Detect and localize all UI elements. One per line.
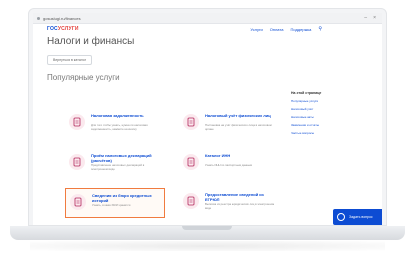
page-title: Налоги и финансы — [47, 36, 135, 47]
sidebar-title: На этой странице — [291, 91, 322, 95]
service-card-credit-history[interactable]: Сведения из бюро кредитных историй Узнат… — [65, 188, 165, 218]
card-description: Постановка на учёт физического лица в на… — [205, 123, 272, 131]
lock-icon — [37, 16, 40, 20]
service-card-inn[interactable]: Каталог ИНН Узнать ИНН по паспортным дан… — [179, 149, 279, 179]
main-nav: Услуги Оплата Поддержка ⚲ — [250, 26, 322, 32]
close-button[interactable]: × — [373, 15, 376, 21]
document-icon — [183, 193, 199, 209]
service-card-egrul[interactable]: Предоставление сведений из ЕГРЮЛ Выписка… — [179, 188, 279, 218]
document-icon — [183, 114, 199, 130]
card-description: Для того чтобы узнать, нужна ли налогова… — [91, 123, 148, 131]
search-icon[interactable]: ⚲ — [318, 26, 322, 32]
window-controls: – × — [364, 15, 376, 21]
card-title: Налоговая задолженность — [91, 113, 144, 118]
ask-question-button[interactable]: Задать вопрос — [333, 209, 382, 225]
back-to-catalog-button[interactable]: Вернуться в каталог — [47, 55, 93, 65]
laptop-screen: gosuslugi.ru/finances – × ГОСУСЛУГИ Услу… — [28, 8, 387, 226]
sidebar-link[interactable]: Налоговые акты — [291, 115, 361, 119]
card-title: Каталог ИНН — [205, 153, 231, 158]
help-label: Задать вопрос — [349, 215, 373, 219]
document-icon — [70, 194, 86, 210]
card-description: Узнать ИНН по паспортным данным — [205, 163, 252, 167]
minimize-button[interactable]: – — [364, 15, 367, 21]
nav-payment[interactable]: Оплата — [270, 27, 284, 32]
document-icon — [69, 154, 85, 170]
service-card-tax-registration[interactable]: Налоговый учёт физических лиц Постановка… — [179, 109, 279, 139]
card-description: Представление налоговых деклараций в эле… — [91, 163, 145, 171]
laptop-shadow — [30, 241, 385, 251]
sidebar-link[interactable]: Частые вопросы — [291, 131, 361, 135]
nav-services[interactable]: Услуги — [250, 27, 262, 32]
card-description: Выписка из реестра юридических лиц в эле… — [205, 202, 275, 210]
section-title: Популярные услуги — [47, 73, 120, 82]
sidebar-link[interactable]: Заявления и отчёты — [291, 123, 361, 127]
service-card-tax-debt[interactable]: Налоговая задолженность Для того чтобы у… — [65, 109, 165, 139]
site-header: ГОСУСЛУГИ Услуги Оплата Поддержка ⚲ — [33, 23, 382, 35]
logo-main: ГОС — [47, 26, 58, 32]
page-contents-sidebar: На этой странице Популярные услуги Налог… — [291, 91, 361, 139]
site-logo[interactable]: ГОСУСЛУГИ — [47, 26, 79, 32]
document-icon — [69, 114, 85, 130]
card-title: Предоставление сведений из ЕГРЮЛ — [205, 192, 264, 202]
sidebar-link[interactable]: Налоговый учёт — [291, 107, 361, 111]
card-title: Приём налоговых деклараций (расчётов) — [91, 153, 152, 163]
laptop-notch — [182, 226, 232, 230]
nav-support[interactable]: Поддержка — [290, 27, 311, 32]
browser-window: gosuslugi.ru/finances – × ГОСУСЛУГИ Услу… — [33, 13, 382, 225]
address-bar[interactable]: gosuslugi.ru/finances — [43, 16, 81, 21]
document-icon — [183, 154, 199, 170]
card-title: Налоговый учёт физических лиц — [205, 113, 271, 118]
service-card-tax-declarations[interactable]: Приём налоговых деклараций (расчётов) Пр… — [65, 149, 165, 179]
card-title: Сведения из бюро кредитных историй — [92, 193, 152, 203]
chat-icon — [337, 213, 345, 221]
logo-accent: УСЛУГИ — [57, 26, 79, 32]
card-description: Узнать, в каких БКИ хранится — [92, 203, 131, 207]
sidebar-link[interactable]: Популярные услуги — [291, 99, 361, 103]
